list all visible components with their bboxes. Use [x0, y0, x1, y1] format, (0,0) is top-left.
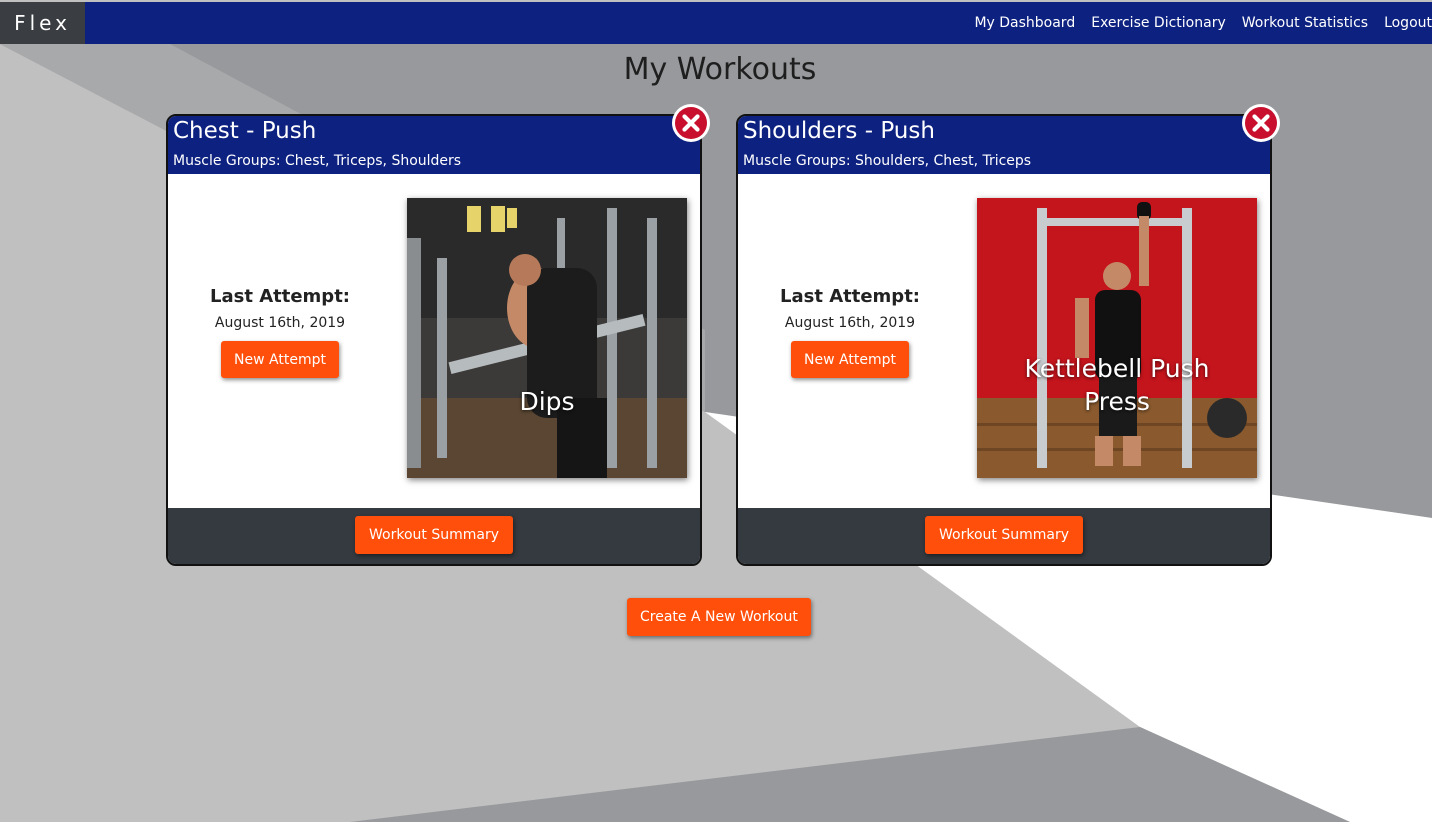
workout-title: Chest - Push — [173, 118, 317, 144]
last-attempt-date: August 16th, 2019 — [784, 315, 916, 331]
workout-title: Shoulders - Push — [743, 118, 935, 144]
exercise-name: Dips — [519, 387, 575, 416]
muscle-groups: Muscle Groups: Chest, Triceps, Shoulders — [173, 153, 462, 169]
page-title: My Workouts — [623, 52, 817, 87]
workout-summary-button[interactable]: Workout Summary — [355, 516, 513, 554]
gym-photo — [977, 198, 1257, 478]
exercise-image-kettlebell-push-press[interactable]: Kettlebell Push Press — [977, 198, 1257, 478]
last-attempt-block: Last Attempt: August 16th, 2019 New Atte… — [198, 286, 362, 378]
last-attempt-label: Last Attempt: — [780, 286, 920, 307]
workout-card: Chest - Push Muscle Groups: Chest, Trice… — [166, 114, 702, 566]
nav-exercise-dictionary[interactable]: Exercise Dictionary — [1091, 15, 1226, 31]
nav-links: My Dashboard Exercise Dictionary Workout… — [958, 2, 1432, 44]
new-attempt-button[interactable]: New Attempt — [791, 341, 909, 378]
last-attempt-block: Last Attempt: August 16th, 2019 New Atte… — [768, 286, 932, 378]
card-header: Chest - Push Muscle Groups: Chest, Trice… — [168, 116, 700, 174]
card-header: Shoulders - Push Muscle Groups: Shoulder… — [738, 116, 1270, 174]
card-footer: Workout Summary — [738, 508, 1270, 564]
nav-logout[interactable]: Logout — [1384, 15, 1432, 31]
card-footer: Workout Summary — [168, 508, 700, 564]
new-attempt-button[interactable]: New Attempt — [221, 341, 339, 378]
top-navbar: Flex My Dashboard Exercise Dictionary Wo… — [0, 2, 1432, 44]
delete-workout-button[interactable] — [1242, 104, 1280, 142]
nav-my-dashboard[interactable]: My Dashboard — [974, 15, 1075, 31]
brand-logo[interactable]: Flex — [0, 2, 85, 44]
workout-summary-button[interactable]: Workout Summary — [925, 516, 1083, 554]
last-attempt-date: August 16th, 2019 — [214, 315, 346, 331]
exercise-image-dips[interactable]: Dips — [407, 198, 687, 478]
delete-workout-button[interactable] — [672, 104, 710, 142]
close-circle-icon — [673, 105, 709, 141]
exercise-name: Kettlebell Push Press — [1024, 354, 1210, 416]
muscle-groups: Muscle Groups: Shoulders, Chest, Triceps — [743, 153, 1032, 169]
last-attempt-label: Last Attempt: — [210, 286, 350, 307]
close-circle-icon — [1243, 105, 1279, 141]
create-new-workout-button[interactable]: Create A New Workout — [627, 598, 811, 636]
gym-photo — [407, 198, 687, 478]
nav-workout-statistics[interactable]: Workout Statistics — [1242, 15, 1368, 31]
workout-card: Shoulders - Push Muscle Groups: Shoulder… — [736, 114, 1272, 566]
